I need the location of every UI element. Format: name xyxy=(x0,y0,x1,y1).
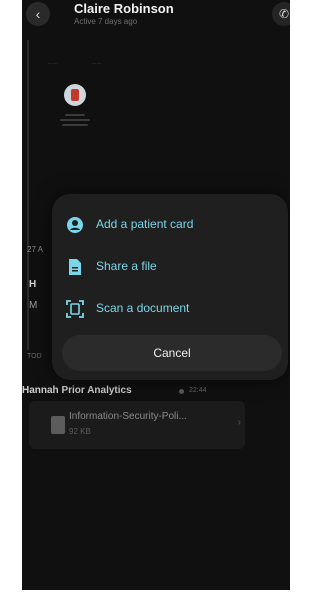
back-button[interactable]: ‹ xyxy=(26,2,50,26)
chevron-right-icon: › xyxy=(237,417,241,428)
file-sender-name: Hannah Prior Analytics xyxy=(22,385,132,396)
status-dot xyxy=(179,389,184,394)
preview-line xyxy=(60,119,90,121)
patient-card-preview-icon xyxy=(64,84,86,106)
cancel-button[interactable]: Cancel xyxy=(62,335,282,371)
scan-icon xyxy=(66,300,84,318)
scan-document-option[interactable]: Scan a document xyxy=(66,294,274,324)
chat-screen: ‹ Claire Robinson Active 7 days ago ✆ — … xyxy=(22,0,290,590)
document-icon xyxy=(51,416,65,434)
today-separator: TOD xyxy=(27,353,42,360)
add-patient-card-option[interactable]: Add a patient card xyxy=(66,210,274,240)
bottom-strip xyxy=(22,590,290,602)
message-meta: — — xyxy=(48,60,58,65)
call-button[interactable]: ✆ xyxy=(272,2,290,26)
share-file-option[interactable]: Share a file xyxy=(66,252,274,282)
chevron-left-icon: ‹ xyxy=(35,6,41,22)
phone-icon: ✆ xyxy=(278,7,290,21)
option-label: Scan a document xyxy=(96,301,190,315)
contact-name[interactable]: Claire Robinson xyxy=(74,1,174,16)
file-name: Information-Security-Poli... xyxy=(69,411,187,422)
file-size: 92 KB xyxy=(69,427,91,436)
option-label: Add a patient card xyxy=(96,217,194,231)
file-icon xyxy=(69,259,81,275)
message-text: M xyxy=(29,300,38,311)
file-time: 22:44 xyxy=(189,387,207,394)
message-sender: H xyxy=(29,279,37,290)
date-separator: 27 A xyxy=(27,245,44,254)
file-attachment[interactable]: Information-Security-Poli... 92 KB › xyxy=(29,401,245,449)
person-circle-icon xyxy=(67,217,83,233)
message-meta: — — xyxy=(92,60,102,65)
chat-header: ‹ Claire Robinson Active 7 days ago ✆ xyxy=(22,0,290,44)
contact-status: Active 7 days ago xyxy=(74,17,138,26)
preview-line xyxy=(65,114,85,116)
option-label: Share a file xyxy=(96,259,157,273)
preview-line xyxy=(62,124,88,126)
cancel-label: Cancel xyxy=(153,346,191,360)
file-message-header: Hannah Prior Analytics 22:44 xyxy=(22,384,290,400)
